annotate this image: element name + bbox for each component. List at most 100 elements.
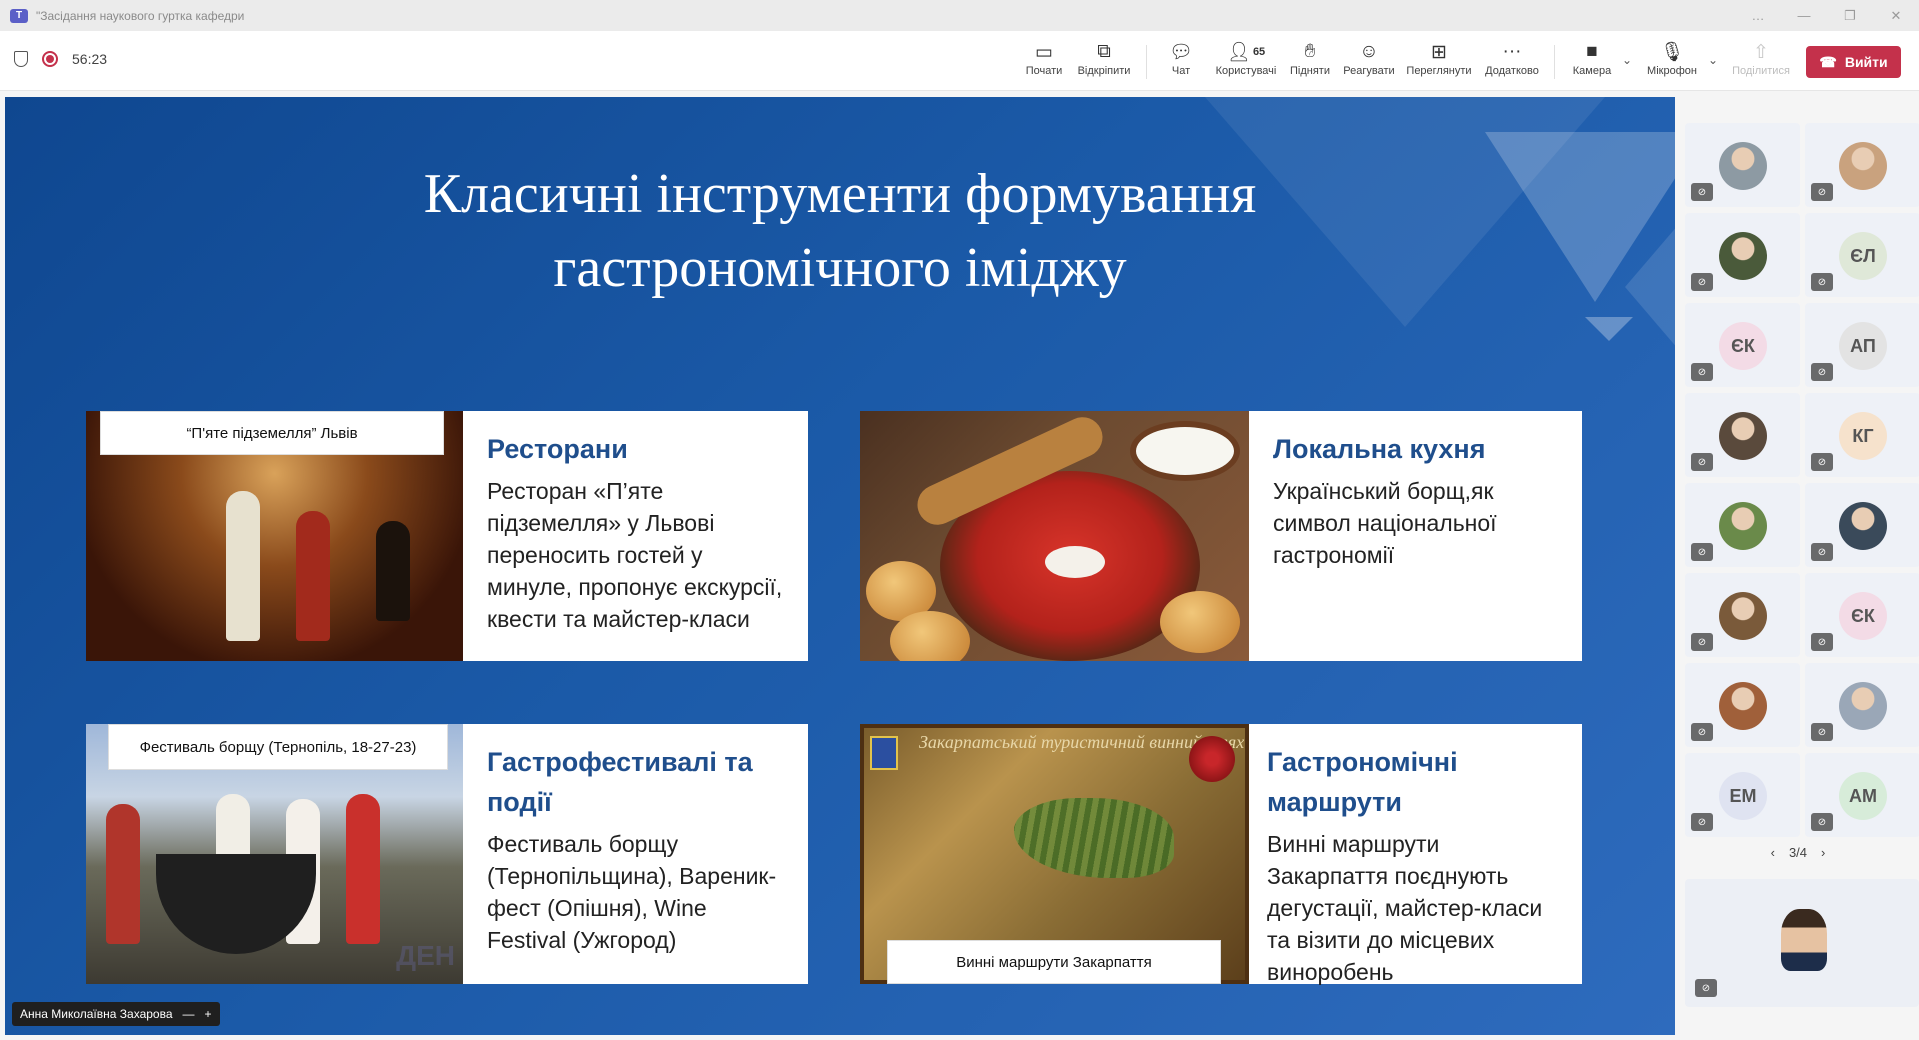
figure-shape: [346, 794, 380, 944]
participant-tile[interactable]: АП ⊘: [1805, 303, 1919, 387]
camera-button[interactable]: ■ Камера: [1570, 39, 1614, 87]
figure-shape: [296, 511, 330, 641]
mic-muted-icon: ⊘: [1811, 453, 1833, 471]
teams-icon: T: [10, 8, 28, 23]
cream-shape: [1045, 546, 1105, 578]
participant-photo-avatar: [1719, 412, 1767, 460]
participant-tile[interactable]: ЕМ ⊘: [1685, 753, 1800, 837]
chat-button[interactable]: 💬︎ Чат: [1166, 39, 1196, 87]
mic-muted-icon: ⊘: [1691, 543, 1713, 561]
leave-button[interactable]: ☎︎ Вийти: [1806, 46, 1901, 78]
mic-muted-icon: ⊘: [1691, 633, 1713, 651]
card-text: Локальна кухня Український борщ,як симво…: [1249, 411, 1582, 661]
photo-caption: Фестиваль борщу (Тернопіль, 18-27-23): [108, 724, 448, 770]
card-heading: Локальна кухня: [1273, 434, 1486, 464]
chat-label: Чат: [1171, 65, 1191, 77]
self-video-tile[interactable]: ⊘: [1685, 879, 1919, 1007]
view-label: Переглянути: [1406, 65, 1472, 77]
gallery-pager: ‹ 3/4 ›: [1677, 845, 1919, 860]
share-button[interactable]: ⇧ Поділитися: [1728, 39, 1794, 87]
grid-icon: ⊞: [1431, 41, 1447, 63]
participant-photo-avatar: [1719, 142, 1767, 190]
borsch-image: [860, 411, 1249, 661]
bun-shape: [890, 611, 970, 661]
participant-tile[interactable]: АМ ⊘: [1805, 753, 1919, 837]
slide-title: Класичні інструменти формування гастроно…: [423, 163, 1257, 299]
window-title: "Засідання наукового гуртка кафедри: [36, 8, 245, 23]
participant-tile[interactable]: ЄК ⊘: [1805, 573, 1919, 657]
participant-initials-avatar: КГ: [1839, 412, 1887, 460]
raise-hand-button[interactable]: ✋︎ Підняти: [1288, 39, 1332, 87]
figure-shape: [226, 491, 260, 641]
card-text: Гастрофестивалі та події Фестиваль борщу…: [463, 724, 808, 984]
participant-photo-avatar: [1719, 592, 1767, 640]
mic-button[interactable]: 🎙︎ Мікрофон: [1642, 39, 1702, 87]
participant-tile[interactable]: ЄЛ ⊘: [1805, 213, 1919, 297]
participant-tile[interactable]: ⊘: [1805, 123, 1919, 207]
participant-tile[interactable]: ⊘: [1685, 213, 1800, 297]
mic-muted-icon: ⊘: [1691, 453, 1713, 471]
participant-initials-avatar: ЄК: [1719, 322, 1767, 370]
close-button[interactable]: ✕: [1873, 0, 1919, 31]
participant-tile[interactable]: КГ ⊘: [1805, 393, 1919, 477]
people-button[interactable]: 👤︎ 65 Користувачі: [1212, 39, 1280, 87]
more-button[interactable]: ··· Додатково: [1482, 39, 1542, 87]
card-festivals: ДЕН Фестиваль борщу (Тернопіль, 18-27-23…: [86, 724, 808, 984]
self-avatar: [1781, 909, 1827, 971]
react-label: Реагувати: [1343, 65, 1395, 77]
participant-initials-avatar: ЄК: [1839, 592, 1887, 640]
more-icon: ···: [1502, 41, 1522, 62]
popout-button[interactable]: ⧉ Відкріпити: [1074, 39, 1134, 87]
participant-tile[interactable]: ⊘: [1685, 483, 1800, 567]
participant-photo-avatar: [1719, 232, 1767, 280]
more-window-icon[interactable]: …: [1735, 0, 1781, 31]
card-body: Фестиваль борщу (Тернопільщина), Вареник…: [487, 831, 777, 953]
figure-shape: [106, 804, 140, 944]
recording-icon: [42, 51, 58, 67]
screen-icon: ▭: [1035, 41, 1053, 63]
participant-photo-avatar: [1839, 142, 1887, 190]
page-indicator: 3/4: [1788, 845, 1808, 860]
presenter-name-tag[interactable]: Анна Миколаївна Захарова — +: [12, 1002, 220, 1026]
participant-tile[interactable]: ⊘: [1685, 573, 1800, 657]
participant-initials-avatar: ЄЛ: [1839, 232, 1887, 280]
participant-tile[interactable]: ЄК ⊘: [1685, 303, 1800, 387]
next-page-chevron-icon[interactable]: ›: [1821, 845, 1825, 860]
minimize-icon[interactable]: —: [183, 1007, 195, 1021]
participant-initials-avatar: ЕМ: [1719, 772, 1767, 820]
participant-tile[interactable]: ⊘: [1805, 483, 1919, 567]
wax-seal-shape: [1189, 736, 1235, 782]
participant-initials-avatar: АП: [1839, 322, 1887, 370]
prev-page-chevron-icon[interactable]: ‹: [1771, 845, 1775, 860]
mic-options-chevron-icon[interactable]: ⌄: [1708, 53, 1718, 67]
maximize-button[interactable]: ❐: [1827, 0, 1873, 31]
card-body: Ресторан «П’яте підземелля» у Львові пер…: [487, 478, 783, 632]
mic-muted-icon: ⊘: [1691, 183, 1713, 201]
minimize-button[interactable]: —: [1781, 0, 1827, 31]
start-label: Почати: [1025, 65, 1063, 77]
start-button[interactable]: ▭ Почати: [1022, 39, 1066, 87]
decor-triangle: [1625, 217, 1675, 357]
mic-muted-icon: ⊘: [1811, 633, 1833, 651]
smile-icon: ☺︎: [1359, 41, 1379, 62]
react-button[interactable]: ☺︎ Реагувати: [1342, 39, 1396, 87]
view-button[interactable]: ⊞ Переглянути: [1404, 39, 1474, 87]
meeting-info: 56:23: [14, 51, 107, 67]
people-count: 65: [1252, 46, 1266, 58]
participant-tile[interactable]: ⊘: [1685, 663, 1800, 747]
mic-muted-icon: ⊘: [1811, 813, 1833, 831]
toolbar-divider: [1146, 45, 1147, 79]
window-controls: … — ❐ ✕: [1735, 0, 1919, 31]
share-icon: ⇧: [1753, 41, 1769, 63]
camera-options-chevron-icon[interactable]: ⌄: [1622, 53, 1632, 67]
meeting-timer: 56:23: [72, 51, 108, 67]
chat-icon: 💬︎: [1168, 42, 1194, 63]
participant-tile[interactable]: ⊘: [1685, 123, 1800, 207]
shield-icon[interactable]: [14, 51, 28, 67]
participant-tile[interactable]: ⊘: [1685, 393, 1800, 477]
shared-slide: Класичні інструменти формування гастроно…: [5, 97, 1675, 1035]
toolbar-divider: [1554, 45, 1555, 79]
plus-icon[interactable]: +: [205, 1007, 212, 1021]
card-heading: Гастрофестивалі та події: [487, 747, 753, 817]
participant-tile[interactable]: ⊘: [1805, 663, 1919, 747]
